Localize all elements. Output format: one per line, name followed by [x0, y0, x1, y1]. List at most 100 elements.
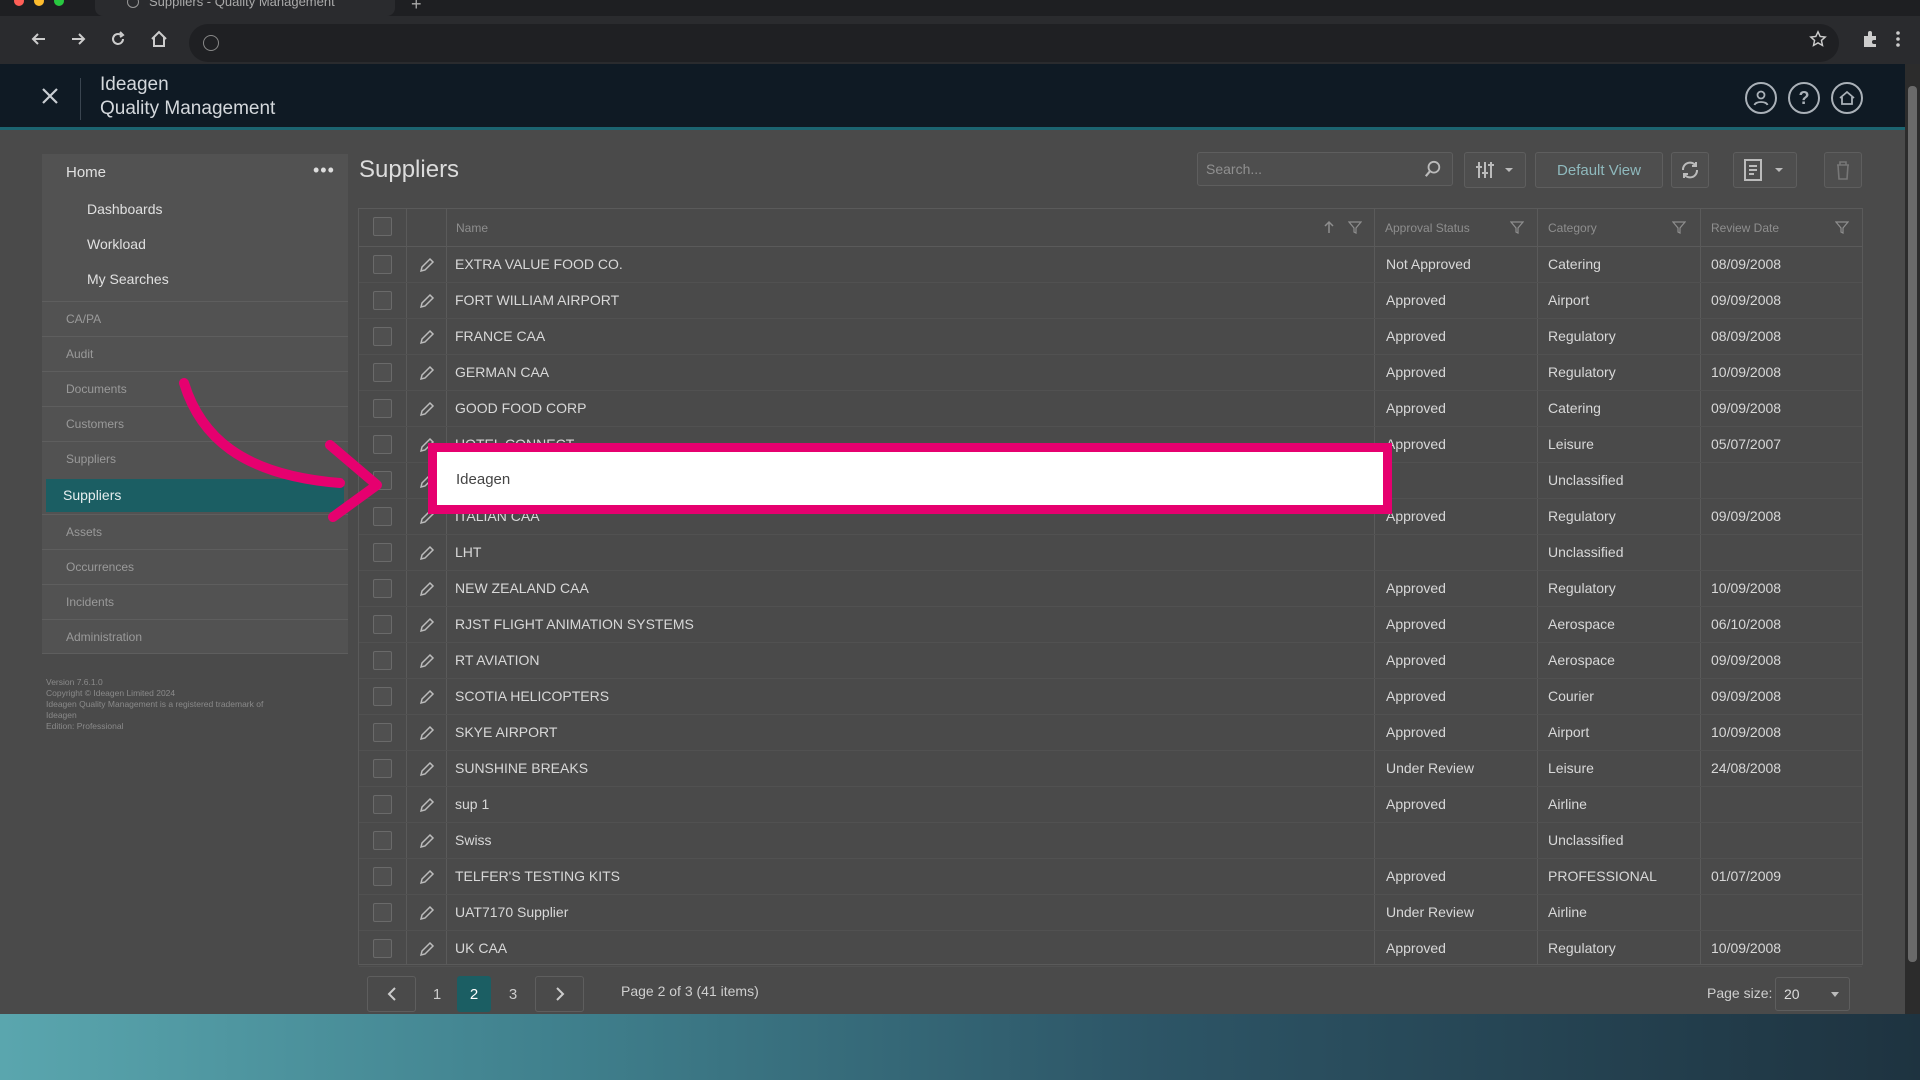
- address-bar[interactable]: [189, 24, 1839, 62]
- next-page-button[interactable]: [535, 976, 584, 1012]
- sidebar-item-my-searches[interactable]: My Searches: [87, 271, 169, 287]
- more-options-icon[interactable]: •••: [313, 160, 335, 181]
- cell-name[interactable]: SKYE AIRPORT: [455, 724, 557, 740]
- edit-pencil-icon[interactable]: [419, 617, 435, 633]
- table-row[interactable]: sup 1 Approved Airline: [359, 787, 1862, 823]
- cell-name[interactable]: FRANCE CAA: [455, 328, 545, 344]
- row-checkbox[interactable]: [373, 615, 392, 634]
- browser-tab[interactable]: Suppliers - Quality Management: [95, 0, 395, 16]
- filter-icon[interactable]: [1347, 220, 1363, 234]
- export-report-icon[interactable]: [1733, 152, 1797, 188]
- row-checkbox[interactable]: [373, 795, 392, 814]
- help-icon[interactable]: ?: [1788, 82, 1820, 114]
- cell-name[interactable]: LHT: [455, 544, 481, 560]
- cell-name[interactable]: sup 1: [455, 796, 489, 812]
- forward-icon[interactable]: [63, 24, 93, 54]
- row-checkbox[interactable]: [373, 651, 392, 670]
- edit-pencil-icon[interactable]: [419, 401, 435, 417]
- cell-name[interactable]: Swiss: [455, 832, 492, 848]
- site-info-icon[interactable]: [203, 35, 219, 51]
- sidebar-item-occurrences[interactable]: Occurrences: [42, 549, 348, 584]
- user-profile-icon[interactable]: [1745, 82, 1777, 114]
- row-checkbox[interactable]: [373, 543, 392, 562]
- column-header-review-date[interactable]: Review Date: [1711, 221, 1779, 235]
- row-checkbox[interactable]: [373, 579, 392, 598]
- edit-pencil-icon[interactable]: [419, 365, 435, 381]
- edit-pencil-icon[interactable]: [419, 905, 435, 921]
- sort-ascending-icon[interactable]: [1322, 220, 1336, 234]
- close-icon[interactable]: [38, 84, 62, 108]
- filter-icon[interactable]: [1509, 220, 1525, 234]
- row-checkbox[interactable]: [373, 831, 392, 850]
- cell-name[interactable]: UK CAA: [455, 940, 507, 956]
- edit-pencil-icon[interactable]: [419, 725, 435, 741]
- row-checkbox[interactable]: [373, 759, 392, 778]
- window-close-dot[interactable]: [14, 0, 24, 6]
- scroll-thumb[interactable]: [1908, 86, 1917, 962]
- edit-pencil-icon[interactable]: [419, 653, 435, 669]
- window-minimize-dot[interactable]: [34, 0, 44, 6]
- table-row[interactable]: GERMAN CAA Approved Regulatory 10/09/2008: [359, 355, 1862, 391]
- row-checkbox[interactable]: [373, 687, 392, 706]
- row-checkbox[interactable]: [373, 327, 392, 346]
- refresh-icon[interactable]: [1671, 152, 1709, 188]
- table-row[interactable]: RJST FLIGHT ANIMATION SYSTEMS Approved Aer…: [359, 607, 1862, 643]
- reload-icon[interactable]: [103, 24, 133, 54]
- sidebar-item-incidents[interactable]: Incidents: [42, 584, 348, 619]
- row-checkbox[interactable]: [373, 903, 392, 922]
- prev-page-button[interactable]: [367, 976, 416, 1012]
- home-nav-icon[interactable]: [1831, 82, 1863, 114]
- row-checkbox[interactable]: [373, 723, 392, 742]
- search-input[interactable]: [1206, 159, 1406, 179]
- search-icon[interactable]: [1424, 160, 1442, 178]
- edit-pencil-icon[interactable]: [419, 257, 435, 273]
- table-row[interactable]: GOOD FOOD CORP Approved Catering 09/09/2008: [359, 391, 1862, 427]
- sidebar-item-audit[interactable]: Audit: [42, 336, 348, 371]
- cell-name[interactable]: NEW ZEALAND CAA: [455, 580, 589, 596]
- edit-pencil-icon[interactable]: [419, 581, 435, 597]
- table-row[interactable]: UK CAA Approved Regulatory 10/09/2008: [359, 931, 1862, 967]
- table-row[interactable]: SCOTIA HELICOPTERS Approved Courier 09/09/2…: [359, 679, 1862, 715]
- table-row[interactable]: TELFER'S TESTING KITS Approved PROFESSIONA…: [359, 859, 1862, 895]
- cell-name[interactable]: GOOD FOOD CORP: [455, 400, 586, 416]
- home-icon[interactable]: [144, 24, 174, 54]
- edit-pencil-icon[interactable]: [419, 941, 435, 957]
- table-row[interactable]: SKYE AIRPORT Approved Airport 10/09/2008: [359, 715, 1862, 751]
- edit-pencil-icon[interactable]: [419, 869, 435, 885]
- bookmark-star-icon[interactable]: [1803, 24, 1833, 54]
- table-row[interactable]: UAT7170 Supplier Under Review Airline: [359, 895, 1862, 931]
- back-icon[interactable]: [24, 24, 54, 54]
- table-row[interactable]: Swiss Unclassified: [359, 823, 1862, 859]
- table-row[interactable]: NEW ZEALAND CAA Approved Regulatory 10/09/2…: [359, 571, 1862, 607]
- edit-pencil-icon[interactable]: [419, 797, 435, 813]
- table-row[interactable]: SUNSHINE BREAKS Under Review Leisure 24/08/…: [359, 751, 1862, 787]
- cell-name[interactable]: SCOTIA HELICOPTERS: [455, 688, 609, 704]
- page-size-select[interactable]: 20: [1775, 977, 1850, 1011]
- row-checkbox[interactable]: [373, 291, 392, 310]
- column-settings-button[interactable]: [1464, 152, 1526, 188]
- sidebar-item-workload[interactable]: Workload: [87, 236, 146, 252]
- cell-name[interactable]: FORT WILLIAM AIRPORT: [455, 292, 619, 308]
- table-row[interactable]: FORT WILLIAM AIRPORT Approved Airport 09/09…: [359, 283, 1862, 319]
- browser-menu-icon[interactable]: [1888, 24, 1908, 54]
- row-checkbox[interactable]: [373, 867, 392, 886]
- edit-pencil-icon[interactable]: [419, 329, 435, 345]
- select-all-checkbox[interactable]: [373, 217, 392, 236]
- cell-name[interactable]: RJST FLIGHT ANIMATION SYSTEMS: [455, 616, 694, 632]
- table-row[interactable]: RT AVIATION Approved Aerospace 09/09/2008: [359, 643, 1862, 679]
- sidebar-item-dashboards[interactable]: Dashboards: [87, 201, 163, 217]
- page-1-button[interactable]: 1: [420, 976, 454, 1012]
- page-3-button[interactable]: 3: [496, 976, 530, 1012]
- column-header-category[interactable]: Category: [1548, 221, 1597, 235]
- cell-name[interactable]: SUNSHINE BREAKS: [455, 760, 588, 776]
- edit-pencil-icon[interactable]: [419, 689, 435, 705]
- edit-pencil-icon[interactable]: [419, 761, 435, 777]
- window-maximize-dot[interactable]: [54, 0, 64, 6]
- extensions-icon[interactable]: [1855, 24, 1885, 54]
- cell-name[interactable]: TELFER'S TESTING KITS: [455, 868, 620, 884]
- highlighted-name-field[interactable]: Ideagen: [428, 443, 1392, 514]
- table-row[interactable]: FRANCE CAA Approved Regulatory 08/09/2008: [359, 319, 1862, 355]
- page-2-button[interactable]: 2: [457, 976, 491, 1012]
- edit-pencil-icon[interactable]: [419, 833, 435, 849]
- table-row[interactable]: EXTRA VALUE FOOD CO. Not Approved Catering…: [359, 247, 1862, 283]
